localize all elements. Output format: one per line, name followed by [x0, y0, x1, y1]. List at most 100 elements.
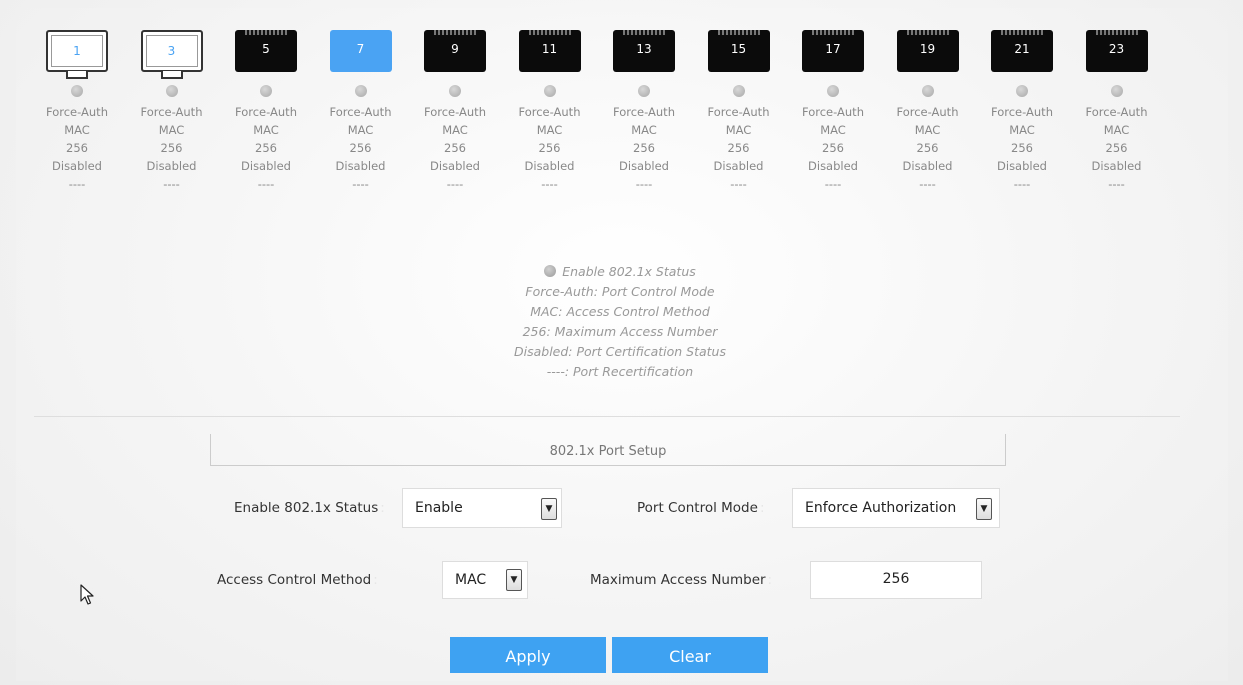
port-number: 9 — [451, 42, 459, 56]
port-access-method: MAC — [1009, 123, 1035, 137]
port-info: Force-Auth MAC 256 Disabled ---- — [605, 103, 683, 193]
port-cert-status: Disabled — [808, 159, 858, 173]
access-control-method-label: Access Control Method: — [217, 572, 378, 588]
port-info: Force-Auth MAC 256 Disabled ---- — [700, 103, 778, 193]
port-max-access: 256 — [633, 141, 655, 155]
port-control-mode: Force-Auth — [140, 105, 203, 119]
ethernet-port-icon[interactable]: 15 — [707, 30, 770, 72]
port-number: 11 — [541, 42, 558, 56]
chevron-down-icon[interactable]: ▼ — [976, 498, 992, 520]
legend-status: Enable 802.1x Status — [420, 262, 820, 282]
status-led-icon — [827, 85, 839, 97]
port-number: 1 — [73, 44, 81, 58]
port-access-method: MAC — [347, 123, 374, 137]
port-max-access: 256 — [444, 141, 466, 155]
port-max-access: 256 — [349, 141, 372, 155]
port-5[interactable]: 5 Force-Auth MAC 256 Disabled ---- — [227, 30, 305, 193]
status-led-icon — [449, 85, 461, 97]
status-led-icon — [165, 85, 178, 97]
port-info: Force-Auth MAC 256 Disabled ---- — [511, 103, 589, 193]
port-1[interactable]: 1 Force-Auth MAC 256 Disabled ---- — [38, 30, 116, 193]
port-recert: ---- — [1108, 177, 1125, 191]
port-cert-status: Disabled — [997, 159, 1047, 173]
port-17[interactable]: 17 Force-Auth MAC 256 Disabled ---- — [794, 30, 872, 193]
access-control-method-select[interactable]: MAC ▼ — [442, 561, 528, 599]
port-15[interactable]: 15 Force-Auth MAC 256 Disabled ---- — [700, 30, 778, 193]
port-control-mode: Force-Auth — [707, 105, 770, 119]
port-number: 3 — [167, 44, 176, 58]
status-led-icon — [921, 85, 934, 97]
port-control-mode: Force-Auth — [46, 105, 108, 119]
enable-status-select[interactable]: Enable ▼ — [402, 488, 562, 528]
status-led-icon — [1110, 85, 1123, 97]
port-3[interactable]: 3 Force-Auth MAC 256 Disabled ---- — [133, 30, 211, 193]
port-access-method: MAC — [64, 123, 90, 137]
port-9[interactable]: 9 Force-Auth MAC 256 Disabled ---- — [416, 30, 494, 193]
ethernet-port-icon[interactable]: 13 — [613, 30, 675, 72]
port-info: Force-Auth MAC 256 Disabled ---- — [133, 103, 211, 193]
port-info: Force-Auth MAC 256 Disabled ---- — [227, 103, 305, 193]
port-control-mode: Force-Auth — [329, 105, 392, 119]
port-info: Force-Auth MAC 256 Disabled ---- — [1078, 103, 1156, 193]
apply-button[interactable]: Apply — [450, 637, 606, 673]
mouse-pointer-icon — [80, 584, 94, 605]
ethernet-port-icon[interactable]: 5 — [235, 30, 297, 72]
port-recert: ---- — [257, 177, 275, 191]
port-21[interactable]: 21 Force-Auth MAC 256 Disabled ---- — [983, 30, 1061, 193]
port-access-method: MAC — [442, 123, 468, 137]
port-recert: ---- — [446, 177, 464, 191]
port-recert: ---- — [730, 177, 747, 191]
clear-button[interactable]: Clear — [612, 637, 768, 673]
port-7[interactable]: 7 Force-Auth MAC 256 Disabled ---- — [322, 30, 400, 193]
port-number: 7 — [356, 42, 365, 56]
access-control-method-value: MAC — [455, 572, 487, 588]
port-cert-status: Disabled — [619, 159, 669, 173]
port-panel: 1 Force-Auth MAC 256 Disabled ---- 3 Force-Auth… — [46, 30, 1176, 210]
port-max-access: 256 — [822, 141, 844, 155]
legend-max: 256: Maximum Access Number — [522, 324, 718, 339]
port-max-access: 256 — [1011, 141, 1033, 155]
port-max-access: 256 — [255, 141, 277, 155]
ethernet-port-icon[interactable]: 3 — [140, 30, 203, 79]
port-23[interactable]: 23 Force-Auth MAC 256 Disabled ---- — [1078, 30, 1156, 193]
status-led-icon — [543, 85, 556, 97]
ethernet-port-icon[interactable]: 1 — [46, 30, 108, 79]
ethernet-port-icon[interactable]: 9 — [424, 30, 486, 72]
port-access-method: MAC — [725, 123, 752, 137]
port-11[interactable]: 11 Force-Auth MAC 256 Disabled ---- — [511, 30, 589, 193]
port-recert: ---- — [824, 177, 842, 191]
port-info: Force-Auth MAC 256 Disabled ---- — [983, 103, 1061, 193]
port-control-mode-label: Port Control Mode: — [637, 500, 765, 516]
port-max-access: 256 — [727, 141, 750, 155]
port-max-access: 256 — [66, 141, 88, 155]
ethernet-port-icon[interactable]: 21 — [991, 30, 1053, 72]
port-cert-status: Disabled — [1091, 159, 1142, 173]
port-13[interactable]: 13 Force-Auth MAC 256 Disabled ---- — [605, 30, 683, 193]
port-access-method: MAC — [158, 123, 185, 137]
port-19[interactable]: 19 Force-Auth MAC 256 Disabled ---- — [889, 30, 967, 193]
port-number: 15 — [730, 42, 747, 56]
ethernet-port-icon[interactable]: 7 — [329, 30, 392, 72]
ethernet-port-icon[interactable]: 23 — [1085, 30, 1148, 72]
port-control-mode: Force-Auth — [235, 105, 297, 119]
port-recert: ---- — [919, 177, 936, 191]
port-recert: ---- — [1013, 177, 1031, 191]
chevron-down-icon[interactable]: ▼ — [541, 498, 557, 520]
port-access-method: MAC — [253, 123, 279, 137]
max-access-number-input[interactable]: 256 — [810, 561, 982, 599]
port-recert: ---- — [541, 177, 558, 191]
port-control-mode: Force-Auth — [424, 105, 486, 119]
port-cert-status: Disabled — [241, 159, 291, 173]
ethernet-port-icon[interactable]: 19 — [896, 30, 959, 72]
port-control-mode-select[interactable]: Enforce Authorization ▼ — [792, 488, 1000, 528]
max-access-number-label: Maximum Access Number: — [590, 572, 773, 588]
port-control-mode-value: Enforce Authorization — [805, 500, 957, 516]
port-cert-status: Disabled — [430, 159, 480, 173]
ethernet-port-icon[interactable]: 17 — [802, 30, 864, 72]
ethernet-port-icon[interactable]: 11 — [518, 30, 581, 72]
port-cert-status: Disabled — [902, 159, 953, 173]
port-cert-status: Disabled — [146, 159, 197, 173]
port-max-access: 256 — [1105, 141, 1128, 155]
port-cert-status: Disabled — [52, 159, 102, 173]
chevron-down-icon[interactable]: ▼ — [506, 569, 522, 591]
